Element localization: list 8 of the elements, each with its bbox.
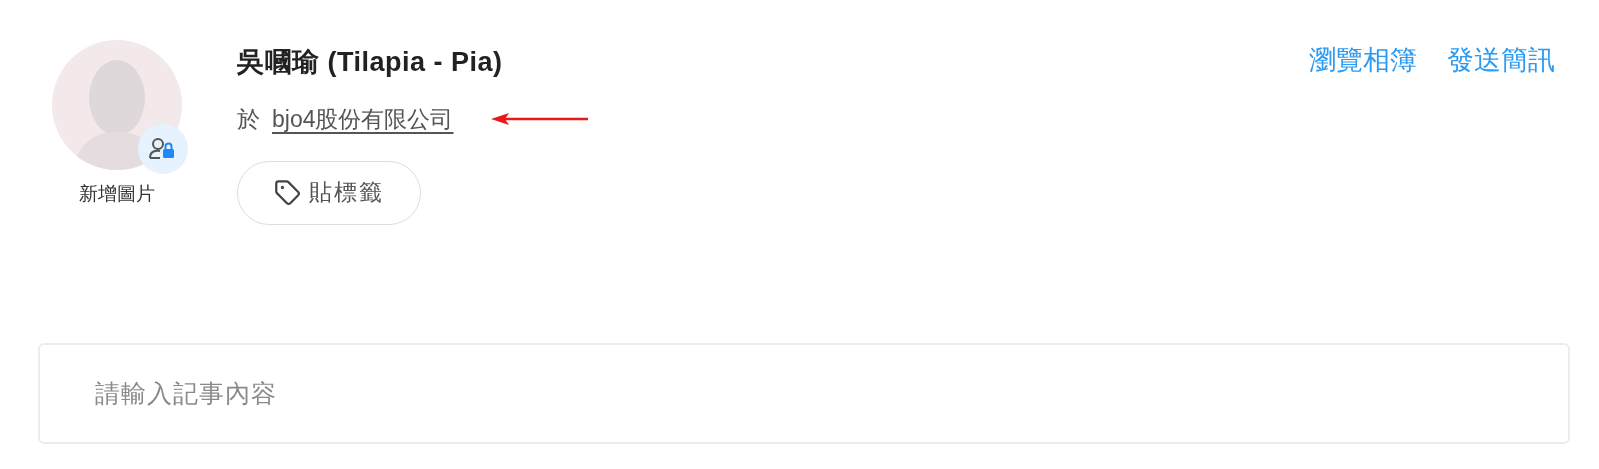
company-link[interactable]: bjo4股份有限公司 [272, 102, 454, 137]
contact-name: 吳嘓瑜 (Tilapia - Pia) [237, 46, 503, 79]
note-field[interactable]: 請輸入記事內容 [38, 342, 1570, 444]
company-prefix: 於 [237, 105, 260, 134]
arrow-icon [491, 113, 589, 126]
tag-icon [274, 179, 301, 206]
lock-user-icon[interactable] [138, 124, 188, 174]
add-picture-label[interactable]: 新增圖片 [79, 180, 155, 209]
